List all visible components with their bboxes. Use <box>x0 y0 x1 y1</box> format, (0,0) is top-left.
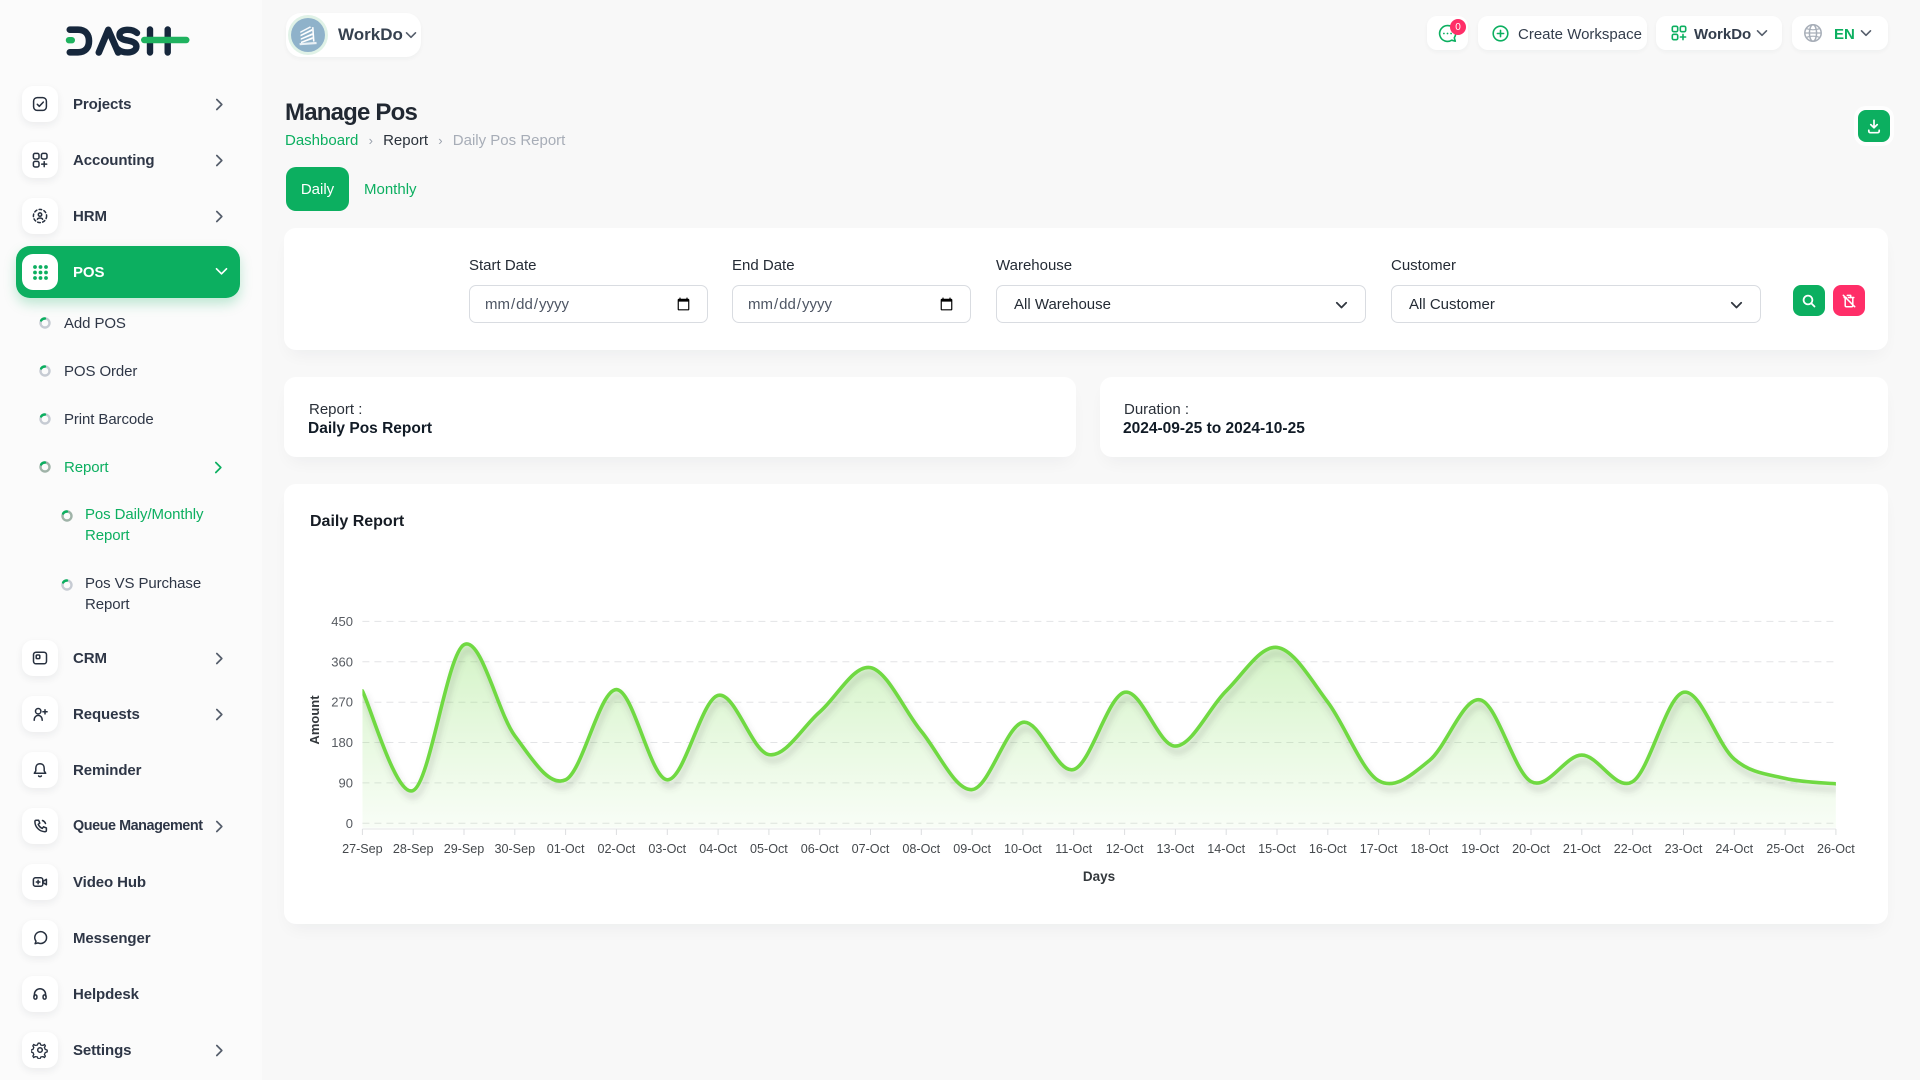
svg-text:25-Oct: 25-Oct <box>1766 842 1804 856</box>
svg-text:17-Oct: 17-Oct <box>1360 842 1398 856</box>
svg-text:10-Oct: 10-Oct <box>1004 842 1042 856</box>
svg-text:Days: Days <box>1083 869 1115 884</box>
svg-text:08-Oct: 08-Oct <box>902 842 940 856</box>
svg-text:26-Oct: 26-Oct <box>1817 842 1855 856</box>
svg-text:Amount: Amount <box>307 695 322 745</box>
svg-text:19-Oct: 19-Oct <box>1461 842 1499 856</box>
svg-text:04-Oct: 04-Oct <box>699 842 737 856</box>
svg-text:07-Oct: 07-Oct <box>852 842 890 856</box>
svg-text:27-Sep: 27-Sep <box>342 842 383 856</box>
svg-text:23-Oct: 23-Oct <box>1665 842 1703 856</box>
svg-text:15-Oct: 15-Oct <box>1258 842 1296 856</box>
svg-text:270: 270 <box>331 695 353 710</box>
svg-text:0: 0 <box>346 816 353 831</box>
svg-text:28-Sep: 28-Sep <box>393 842 434 856</box>
svg-text:180: 180 <box>331 735 353 750</box>
svg-text:14-Oct: 14-Oct <box>1207 842 1245 856</box>
svg-text:16-Oct: 16-Oct <box>1309 842 1347 856</box>
svg-text:29-Sep: 29-Sep <box>444 842 485 856</box>
svg-text:450: 450 <box>331 614 353 629</box>
svg-text:18-Oct: 18-Oct <box>1411 842 1449 856</box>
svg-text:12-Oct: 12-Oct <box>1106 842 1144 856</box>
svg-text:13-Oct: 13-Oct <box>1157 842 1195 856</box>
svg-text:22-Oct: 22-Oct <box>1614 842 1652 856</box>
svg-text:20-Oct: 20-Oct <box>1512 842 1550 856</box>
svg-text:02-Oct: 02-Oct <box>598 842 636 856</box>
svg-text:360: 360 <box>331 654 353 669</box>
svg-text:21-Oct: 21-Oct <box>1563 842 1601 856</box>
svg-text:01-Oct: 01-Oct <box>547 842 585 856</box>
svg-text:30-Sep: 30-Sep <box>494 842 535 856</box>
svg-text:06-Oct: 06-Oct <box>801 842 839 856</box>
svg-text:24-Oct: 24-Oct <box>1715 842 1753 856</box>
svg-text:03-Oct: 03-Oct <box>648 842 686 856</box>
svg-text:11-Oct: 11-Oct <box>1055 842 1092 856</box>
svg-text:05-Oct: 05-Oct <box>750 842 788 856</box>
svg-text:09-Oct: 09-Oct <box>953 842 991 856</box>
svg-text:90: 90 <box>339 775 353 790</box>
